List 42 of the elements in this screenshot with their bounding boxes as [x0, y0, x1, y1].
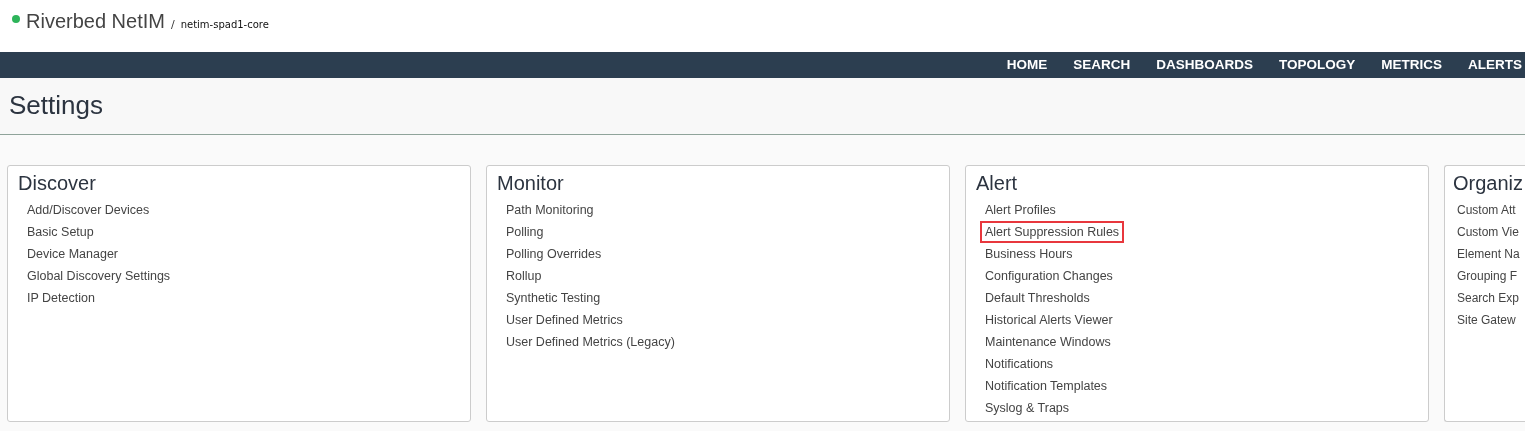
settings-link[interactable]: Synthetic Testing — [501, 287, 606, 309]
settings-link[interactable]: User Defined Metrics — [501, 309, 628, 331]
settings-link[interactable]: Business Hours — [980, 243, 1078, 265]
settings-link[interactable]: Custom Vie — [1454, 221, 1522, 243]
settings-link[interactable]: User Defined Metrics (Legacy) — [501, 331, 680, 353]
card-title: Alert — [976, 172, 1018, 195]
card-title: Monitor — [497, 172, 564, 195]
host-name[interactable]: netim-spad1-core — [180, 19, 269, 30]
settings-link[interactable]: Basic Setup — [22, 221, 99, 243]
settings-link[interactable]: IP Detection — [22, 287, 100, 309]
nav-link[interactable]: METRICS — [1368, 52, 1455, 78]
app-name: Riverbed NetIM — [26, 10, 165, 33]
settings-link[interactable]: Syslog & Traps — [980, 397, 1075, 419]
settings-link[interactable]: Search Exp — [1454, 287, 1523, 309]
settings-link[interactable]: Global Discovery Settings — [22, 265, 176, 287]
card-title: Organiz — [1453, 172, 1524, 195]
settings-link[interactable]: Alert Profiles — [980, 199, 1061, 221]
page-title: Settings — [9, 90, 104, 121]
settings-link[interactable]: Add/Discover Devices — [22, 199, 155, 221]
settings-link[interactable]: Rollup — [501, 265, 547, 287]
nav-link[interactable]: DASHBOARDS — [1143, 52, 1266, 78]
breadcrumb-separator: / — [170, 18, 175, 31]
nav-link[interactable]: HOME — [993, 52, 1061, 78]
settings-link[interactable]: Grouping F — [1454, 265, 1521, 287]
settings-link[interactable]: Device Manager — [22, 243, 123, 265]
settings-link[interactable]: Notifications — [980, 353, 1059, 375]
settings-link[interactable]: Element Na — [1454, 243, 1523, 265]
settings-link[interactable]: Default Thresholds — [980, 287, 1095, 309]
card-title: Discover — [18, 172, 96, 195]
settings-link[interactable]: Notification Templates — [980, 375, 1113, 397]
settings-link[interactable]: Polling Overrides — [501, 243, 607, 265]
settings-link[interactable]: Custom Att — [1454, 199, 1519, 221]
nav-link[interactable]: TOPOLOGY — [1266, 52, 1369, 78]
settings-link[interactable]: Maintenance Windows — [980, 331, 1116, 353]
nav-link[interactable]: ALERTS — [1455, 52, 1525, 78]
settings-link[interactable]: Alert Suppression Rules — [980, 221, 1125, 243]
settings-link[interactable]: Path Monitoring — [501, 199, 599, 221]
nav-link[interactable]: SEARCH — [1060, 52, 1144, 78]
settings-link[interactable]: Polling — [501, 221, 549, 243]
settings-link[interactable]: Configuration Changes — [980, 265, 1118, 287]
settings-link[interactable]: Historical Alerts Viewer — [980, 309, 1118, 331]
settings-link[interactable]: Site Gatew — [1454, 309, 1519, 331]
